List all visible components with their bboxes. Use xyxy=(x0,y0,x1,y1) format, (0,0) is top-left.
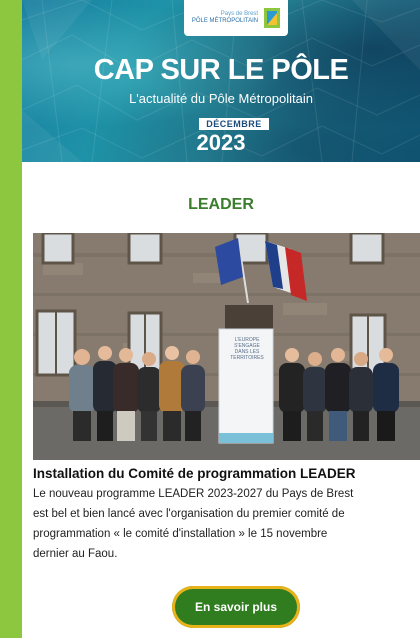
newsletter-title: CAP SUR LE PÔLE xyxy=(93,54,349,86)
article-photo[interactable]: L'EUROPE S'ENGAGE DANS LES TERRITOIRES xyxy=(33,233,420,460)
article-line: dernier au Faou. xyxy=(33,548,118,560)
banner-text: L'EUROPE S'ENGAGE DANS LES TERRITOIRES xyxy=(230,337,264,361)
issue-year: 2023 xyxy=(196,130,246,155)
logo-mark-icon xyxy=(264,8,281,28)
newsletter-card: Pays de Brest PÔLE MÉTROPOLITAIN CAP SUR… xyxy=(22,0,420,638)
pays-de-brest-logo[interactable]: Pays de Brest PÔLE MÉTROPOLITAIN xyxy=(184,0,288,36)
newsletter-subtitle: L'actualité du Pôle Métropolitain xyxy=(129,91,313,106)
article-line: Le nouveau programme LEADER 2023-2027 du… xyxy=(33,488,354,500)
issue-month: DÉCEMBRE xyxy=(199,118,269,130)
section-title: LEADER xyxy=(188,196,254,213)
read-more-button[interactable]: En savoir plus xyxy=(172,586,300,628)
logo-text: Pays de Brest PÔLE MÉTROPOLITAIN xyxy=(191,11,259,24)
article-line: est bel et bien lancé avec l'organisatio… xyxy=(33,508,345,520)
article-line: programmation « le comité d'installation… xyxy=(33,528,328,540)
article-title: Installation du Comité de programmation … xyxy=(33,466,356,481)
header-banner: Pays de Brest PÔLE MÉTROPOLITAIN CAP SUR… xyxy=(22,0,420,162)
article-body: Le nouveau programme LEADER 2023-2027 du… xyxy=(33,484,420,564)
